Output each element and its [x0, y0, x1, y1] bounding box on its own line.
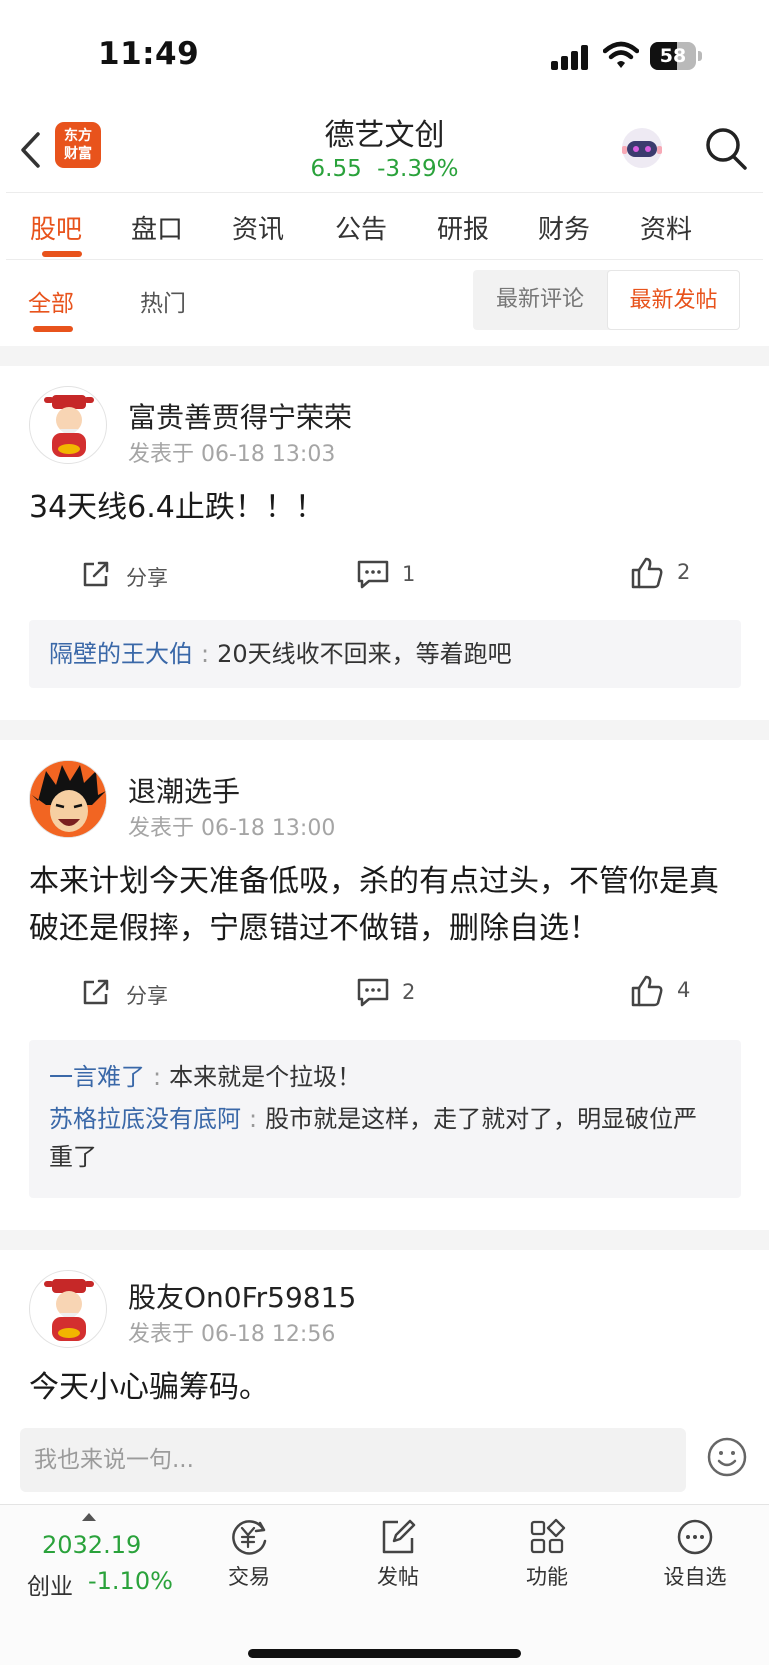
author-name[interactable]: 退潮选手	[128, 770, 240, 810]
comment-button[interactable]: 1	[356, 558, 436, 590]
nav-add-watchlist[interactable]: 设自选	[645, 1517, 745, 1591]
share-icon	[83, 979, 109, 1005]
battery-icon: 58	[650, 42, 702, 70]
share-button[interactable]: 分享	[80, 976, 180, 1008]
status-time: 11:49	[98, 36, 200, 72]
reply-item: 隔壁的王大伯:20天线收不回来，等着跑吧	[49, 640, 512, 668]
sort-toggle: 最新评论 最新发帖	[473, 270, 740, 330]
nav-post[interactable]: 发帖	[348, 1517, 448, 1591]
post-card[interactable]: 富贵善贾得宁荣荣 发表于 06-18 13:03 34天线6.4止跌！！！ 分享…	[0, 366, 769, 720]
tab-profile[interactable]: 资料	[640, 209, 692, 246]
home-indicator	[248, 1649, 521, 1658]
main-tabs: 股吧 盘口 资讯 公告 研报 财务 资料	[6, 192, 763, 260]
sort-latest-post[interactable]: 最新发帖	[607, 270, 740, 330]
index-value[interactable]: 2032.19	[42, 1531, 141, 1559]
wifi-icon	[603, 41, 639, 68]
divider	[0, 346, 769, 366]
stock-price: 6.55	[310, 156, 362, 182]
robot-assistant-icon[interactable]	[618, 124, 666, 172]
emoji-icon[interactable]	[706, 1436, 748, 1478]
nav-trade-label: 交易	[228, 1565, 270, 1589]
divider	[0, 720, 769, 740]
reply-user[interactable]: 隔壁的王大伯	[49, 640, 193, 668]
tab-pankou[interactable]: 盘口	[131, 209, 183, 246]
comment-icon	[357, 978, 389, 1007]
tab-announcements[interactable]: 公告	[335, 209, 387, 246]
nav-add-watchlist-label: 设自选	[663, 1565, 727, 1589]
nav-post-label: 发帖	[377, 1565, 419, 1589]
avatar[interactable]	[29, 386, 107, 464]
reply-user[interactable]: 苏格拉底没有底阿	[49, 1105, 241, 1133]
like-button[interactable]: 4	[630, 974, 710, 1008]
post-time: 发表于 06-18 13:00	[128, 816, 336, 841]
tab-news[interactable]: 资讯	[232, 209, 284, 246]
post-content[interactable]: 34天线6.4止跌！！！	[29, 484, 741, 531]
divider	[0, 1230, 769, 1250]
index-name[interactable]: 创业	[27, 1567, 73, 1601]
reply-text: 本来就是个拉圾！	[169, 1063, 362, 1091]
filter-bar: 全部 热门 最新评论 最新发帖	[0, 262, 769, 346]
search-icon[interactable]	[704, 126, 748, 172]
nav-functions-label: 功能	[526, 1565, 568, 1589]
active-tab-indicator	[42, 251, 82, 257]
nav-header: 东方 财富 德艺文创 6.55 -3.39%	[0, 110, 769, 192]
thumbs-up-icon	[631, 975, 663, 1007]
post-card[interactable]: 退潮选手 发表于 06-18 13:00 本来计划今天准备低吸，杀的有点过头，不…	[0, 740, 769, 1230]
cartoon-avatar-icon	[30, 761, 106, 837]
compose-icon	[382, 1519, 416, 1554]
avatar[interactable]	[29, 760, 107, 838]
index-change[interactable]: -1.10%	[88, 1567, 173, 1595]
comment-icon	[357, 560, 389, 589]
reply-preview[interactable]: 隔壁的王大伯:20天线收不回来，等着跑吧	[29, 620, 741, 688]
share-icon	[83, 561, 109, 587]
like-count: 4	[677, 978, 691, 1002]
battery-level: 58	[659, 45, 687, 67]
tab-research[interactable]: 研报	[437, 209, 489, 246]
share-label: 分享	[126, 984, 168, 1008]
reply-item: 一言难了: 本来就是个拉圾！	[49, 1063, 362, 1091]
fortune-god-avatar-icon	[44, 395, 94, 457]
trade-icon	[232, 1520, 267, 1555]
status-bar: 11:49 58	[0, 0, 769, 110]
fortune-god-avatar-icon	[44, 1279, 94, 1341]
thumbs-up-icon	[631, 557, 663, 589]
post-content[interactable]: 今天小心骗筹码。	[29, 1364, 741, 1411]
expand-up-icon[interactable]	[82, 1513, 96, 1521]
more-icon	[677, 1519, 713, 1555]
nav-functions[interactable]: 功能	[497, 1517, 597, 1591]
filter-all[interactable]: 全部	[28, 284, 74, 318]
filter-hot[interactable]: 热门	[140, 284, 186, 318]
post-time: 发表于 06-18 12:56	[128, 1322, 336, 1347]
post-time: 发表于 06-18 13:03	[128, 442, 336, 467]
comment-count: 1	[402, 562, 416, 586]
like-count: 2	[677, 560, 691, 584]
author-name[interactable]: 股友On0Fr59815	[128, 1276, 356, 1316]
like-button[interactable]: 2	[630, 556, 710, 590]
reply-preview[interactable]: 一言难了: 本来就是个拉圾！ 苏格拉底没有底阿: 股市就是这样，走了就对了，明显破位…	[29, 1040, 741, 1198]
comment-input[interactable]	[20, 1428, 686, 1492]
share-label: 分享	[126, 566, 168, 590]
post-content[interactable]: 本来计划今天准备低吸，杀的有点过头，不管你是真破还是假摔，宁愿错过不做错，删除自…	[29, 858, 741, 952]
grid-icon	[530, 1518, 566, 1554]
post-card[interactable]: 股友On0Fr59815 发表于 06-18 12:56 今天小心骗筹码。	[0, 1250, 769, 1418]
stock-change: -3.39%	[377, 156, 459, 182]
cellular-signal-icon	[551, 44, 591, 70]
active-filter-indicator	[33, 326, 73, 332]
comment-input-bar	[0, 1418, 769, 1504]
nav-trade[interactable]: 交易	[199, 1517, 299, 1591]
share-button[interactable]: 分享	[80, 558, 180, 590]
comment-count: 2	[402, 980, 416, 1004]
bottom-bar: 2032.19 创业 -1.10% 交易 发帖 功能 设自选	[0, 1504, 769, 1665]
sort-latest-comment[interactable]: 最新评论	[473, 270, 607, 330]
avatar[interactable]	[29, 1270, 107, 1348]
tab-guba[interactable]: 股吧	[30, 209, 82, 246]
comment-button[interactable]: 2	[356, 976, 436, 1008]
reply-user[interactable]: 一言难了	[49, 1063, 145, 1091]
reply-item: 苏格拉底没有底阿: 股市就是这样，走了就对了，明显破位严重了	[49, 1105, 698, 1171]
author-name[interactable]: 富贵善贾得宁荣荣	[128, 396, 352, 436]
reply-text: 20天线收不回来，等着跑吧	[217, 640, 512, 668]
tab-finance[interactable]: 财务	[538, 209, 590, 246]
